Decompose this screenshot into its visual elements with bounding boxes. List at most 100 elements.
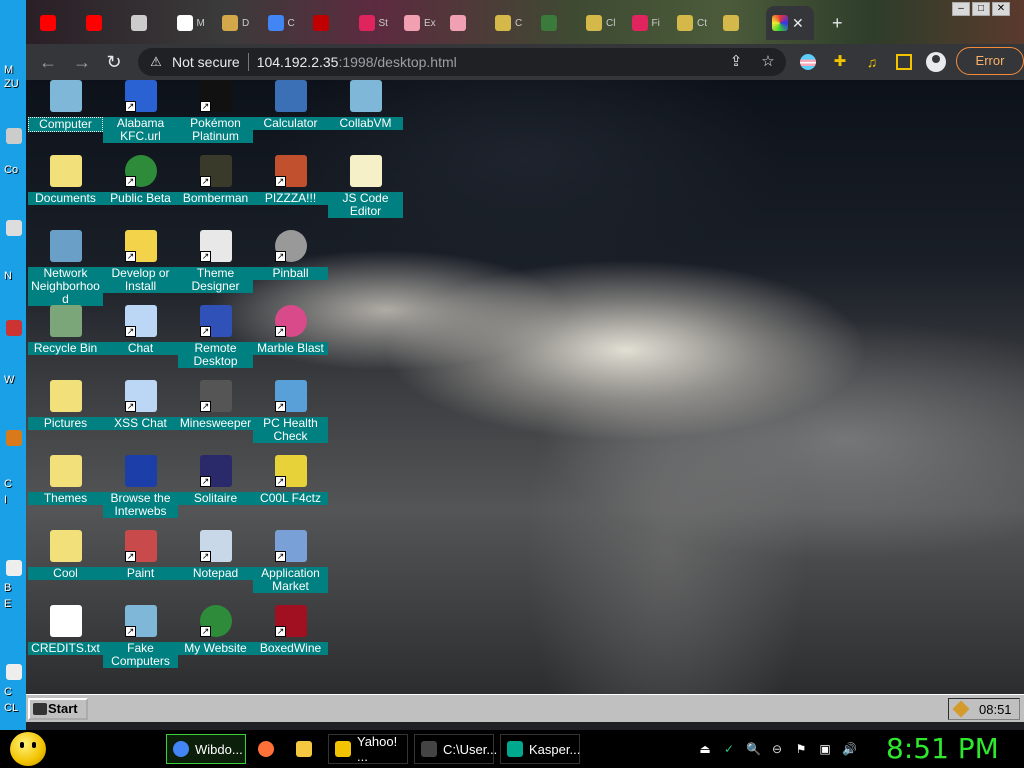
desktop-icon[interactable]: ↗ Bomberman (178, 155, 253, 230)
url-path[interactable]: :1998/desktop.html (338, 54, 456, 70)
desktop-icon[interactable]: ↗ Fake Computers (103, 605, 178, 680)
desktop-icon[interactable]: CREDITS.txt (28, 605, 103, 680)
shield-icon[interactable]: ✓ (722, 742, 736, 756)
desktop-icon[interactable]: ↗ Remote Desktop (178, 305, 253, 380)
desktop-icon[interactable]: Pictures (28, 380, 103, 455)
desktop-icon[interactable]: ↗ PIZZZA!!! (253, 155, 328, 230)
host-desktop-label[interactable]: CL (4, 702, 18, 714)
host-desktop-icon[interactable] (6, 430, 22, 446)
extensions-icon[interactable]: ✚ (832, 54, 848, 70)
desktop-icon[interactable]: ↗ Solitaire (178, 455, 253, 530)
browser-tab[interactable]: C (489, 6, 537, 40)
search-icon[interactable]: 🔍 (746, 742, 761, 756)
usb-icon[interactable]: ⏏ (698, 742, 712, 756)
error-button[interactable]: Error (956, 47, 1024, 75)
minus-icon[interactable]: ⊖ (770, 742, 784, 756)
desktop-icon[interactable]: ↗ Pokémon Platinum (178, 80, 253, 155)
host-desktop-label[interactable]: N (4, 270, 12, 282)
pride-flag-extension-icon[interactable] (800, 54, 816, 70)
desktop-icon[interactable]: Cool (28, 530, 103, 605)
desktop-icon[interactable]: ↗ Theme Designer (178, 230, 253, 305)
browser-tab[interactable] (80, 6, 128, 40)
host-desktop-label[interactable]: B (4, 582, 11, 594)
host-desktop-label[interactable]: Co (4, 164, 18, 176)
taskbar-button[interactable] (290, 734, 320, 764)
back-button[interactable]: ← (38, 52, 58, 72)
minimize-button[interactable]: – (952, 2, 970, 16)
desktop-icon[interactable]: ↗ XSS Chat (103, 380, 178, 455)
warning-icon[interactable]: ⚠ (148, 55, 164, 69)
browser-tab[interactable]: D (216, 6, 264, 40)
desktop-icon[interactable]: ↗ Pinball (253, 230, 328, 305)
host-desktop-label[interactable]: W (4, 374, 14, 386)
browser-tab[interactable] (535, 6, 583, 40)
desktop-icon[interactable]: Computer (28, 80, 103, 155)
host-desktop-label[interactable]: C (4, 478, 12, 490)
desktop-icon[interactable]: ↗ BoxedWine (253, 605, 328, 680)
volume-icon[interactable]: 🔊 (842, 742, 857, 756)
flag-icon[interactable]: ⚑ (794, 742, 808, 756)
address-bar[interactable]: ⚠ Not secure 104.192.2.35 :1998/desktop.… (138, 48, 786, 76)
url-host[interactable]: 104.192.2.35 (257, 54, 339, 70)
desktop-icon[interactable]: Browse the Interwebs (103, 455, 178, 530)
new-tab-button[interactable]: + (832, 14, 843, 32)
taskbar-button[interactable]: Wibdo... (166, 734, 246, 764)
taskbar-button[interactable]: Yahoo! ... (328, 734, 408, 764)
host-desktop-label[interactable]: ZU (4, 78, 19, 90)
start-button[interactable]: Start (28, 698, 88, 720)
host-desktop-label[interactable]: I (4, 494, 7, 506)
desktop-icon[interactable]: ↗ PC Health Check (253, 380, 328, 455)
desktop-icon[interactable]: Themes (28, 455, 103, 530)
share-icon[interactable]: ⇪ (728, 54, 744, 70)
desktop-icon[interactable]: JS Code Editor (328, 155, 403, 230)
desktop-icon[interactable]: ↗ My Website (178, 605, 253, 680)
desktop-icon[interactable]: ↗ Marble Blast (253, 305, 328, 380)
network-icon[interactable]: ▣ (818, 742, 832, 756)
browser-tab[interactable]: Fi (626, 6, 674, 40)
browser-tab[interactable] (307, 6, 355, 40)
desktop-icon[interactable]: ↗ Notepad (178, 530, 253, 605)
desktop-icon[interactable]: ↗ Develop or Install (103, 230, 178, 305)
host-desktop-label[interactable]: E (4, 598, 11, 610)
desktop-icon[interactable]: ↗ Chat (103, 305, 178, 380)
desktop-icon[interactable]: Network Neighborhood (28, 230, 103, 306)
maximize-button[interactable]: □ (972, 2, 990, 16)
browser-tab[interactable] (717, 6, 765, 40)
taskbar-button[interactable]: C:\User... (414, 734, 497, 764)
desktop-icon[interactable]: Calculator (253, 80, 328, 155)
host-desktop-icon[interactable] (6, 220, 22, 236)
host-desktop-icon[interactable] (6, 320, 22, 336)
key-icon[interactable] (952, 700, 970, 718)
desktop-icon[interactable]: ↗ C00L F4ctz (253, 455, 328, 530)
browser-tab[interactable]: Cl (580, 6, 628, 40)
taskbar-button[interactable]: Kasper... (500, 734, 580, 764)
security-status[interactable]: Not secure (172, 54, 240, 70)
host-desktop-icon[interactable] (6, 128, 22, 144)
browser-tab[interactable] (444, 6, 492, 40)
browser-tab[interactable]: Ex (398, 6, 446, 40)
desktop-icon[interactable]: Recycle Bin (28, 305, 103, 380)
reload-button[interactable]: ↻ (104, 52, 124, 72)
close-tab-icon[interactable]: ✕ (792, 15, 804, 32)
desktop-icon[interactable]: Documents (28, 155, 103, 230)
playlist-icon[interactable]: ♫ (864, 54, 880, 70)
profile-avatar[interactable] (926, 52, 946, 72)
browser-tab[interactable] (34, 6, 82, 40)
desktop-icon[interactable]: ↗ Paint (103, 530, 178, 605)
desktop-icon[interactable]: ↗ Minesweeper (178, 380, 253, 455)
desktop-icon[interactable]: ↗ Public Beta (103, 155, 178, 230)
desktop-icon[interactable]: ↗ Alabama KFC.url (103, 80, 178, 155)
browser-tab[interactable]: M (171, 6, 219, 40)
host-desktop-label[interactable]: C (4, 686, 12, 698)
start-smiley-icon[interactable] (10, 732, 46, 766)
browser-tab[interactable]: St (353, 6, 401, 40)
forward-button[interactable]: → (72, 52, 92, 72)
star-icon[interactable]: ☆ (760, 54, 776, 70)
close-window-button[interactable]: ✕ (992, 2, 1010, 16)
host-desktop-label[interactable]: M (4, 64, 13, 76)
desktop-icon[interactable]: ↗ Application Market (253, 530, 328, 605)
desktop-icon[interactable]: CollabVM (328, 80, 403, 155)
host-desktop-icon[interactable] (6, 664, 22, 680)
tab-active[interactable]: ✕ (766, 6, 814, 40)
browser-tab[interactable]: Ct (671, 6, 719, 40)
